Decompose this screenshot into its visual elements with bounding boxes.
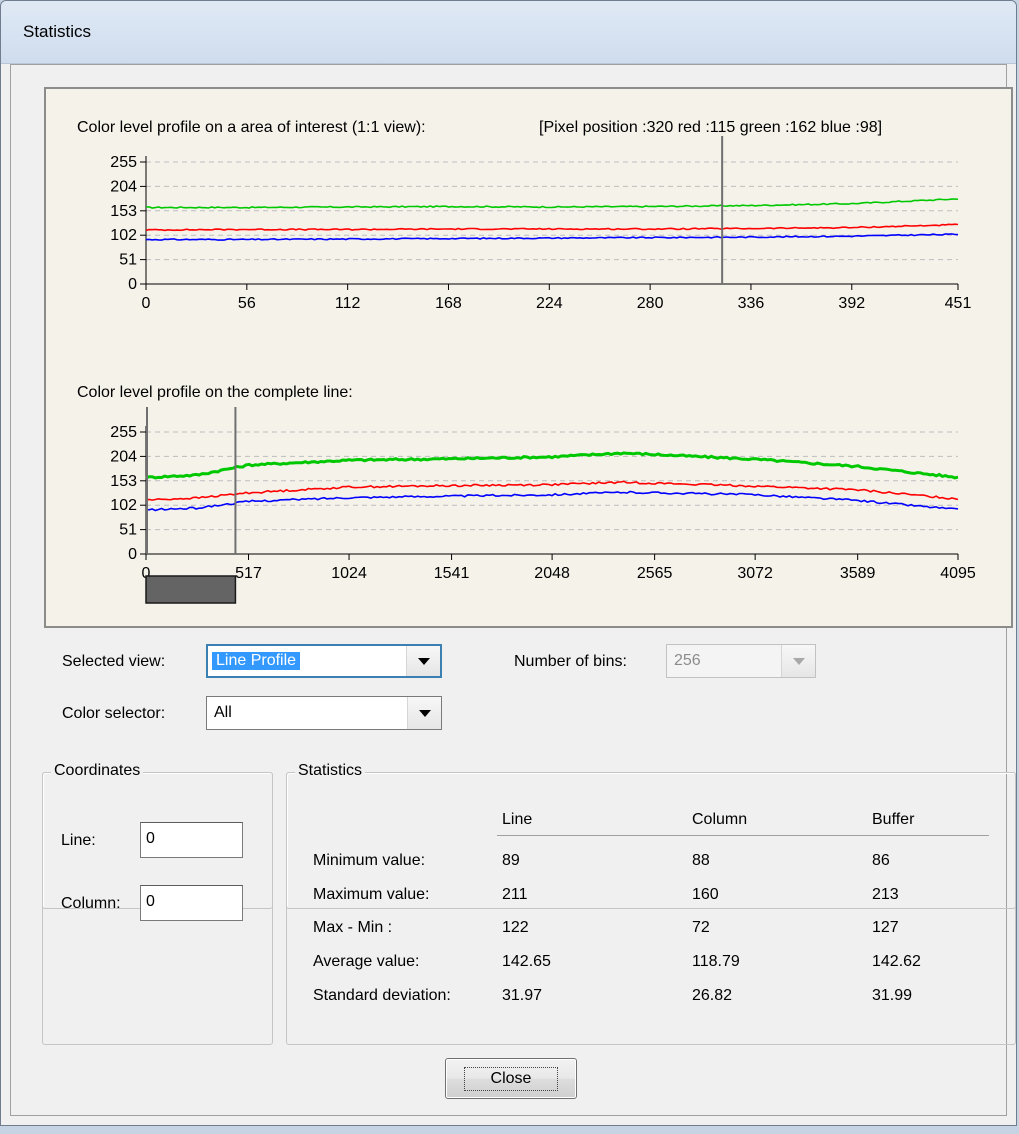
x-tick-label: 3589 [840, 565, 876, 582]
x-tick-label: 1541 [434, 565, 470, 582]
x-tick-label: 1024 [331, 565, 367, 582]
y-tick-label: 0 [128, 546, 137, 563]
window-title: Statistics [23, 22, 92, 41]
statistics-group-frame: Max - Min : 122 72 127 Average value: 14… [286, 772, 1016, 1045]
row-label-average: Average value: [313, 953, 420, 970]
max-min-line-value: 122 [502, 919, 529, 936]
x-tick-label: 280 [637, 295, 664, 312]
average-line-value: 142.65 [502, 953, 551, 970]
y-tick-label: 102 [110, 497, 137, 514]
chevron-down-icon[interactable] [406, 646, 440, 676]
series-line [145, 490, 959, 512]
x-tick-label: 0 [142, 295, 151, 312]
std-dev-line-value: 31.97 [502, 987, 543, 1004]
x-tick-label: 451 [945, 295, 972, 312]
close-button-label: Close [463, 1066, 559, 1091]
average-column-value: 118.79 [692, 953, 740, 970]
y-tick-label: 51 [119, 522, 137, 539]
x-tick-label: 2048 [534, 565, 570, 582]
x-tick-label: 4095 [940, 565, 976, 582]
y-tick-label: 204 [110, 448, 137, 465]
x-tick-label: 392 [838, 295, 865, 312]
color-selector-value: All [214, 704, 232, 721]
std-dev-column-value: 26.82 [692, 987, 733, 1004]
range-slider-thumb[interactable] [145, 575, 237, 604]
x-tick-label: 168 [435, 295, 462, 312]
x-tick-label: 224 [536, 295, 563, 312]
x-tick-label: 56 [238, 295, 256, 312]
row-label-std-dev: Standard deviation: [313, 987, 451, 1004]
close-button[interactable]: Close [445, 1058, 577, 1099]
x-tick-label: 3072 [737, 565, 773, 582]
number-of-bins-value: 256 [674, 652, 701, 669]
series-line [145, 198, 959, 209]
color-selector-label: Color selector: [62, 705, 166, 722]
max-min-buffer-value: 127 [872, 919, 899, 936]
selected-view-dropdown[interactable]: Line Profile [206, 644, 442, 678]
statistics-dialog: Statistics Color level profile on a area… [0, 0, 1017, 1126]
average-buffer-value: 142.62 [872, 953, 921, 970]
dialog-client-area: Color level profile on a area of interes… [10, 64, 1016, 1116]
y-tick-label: 102 [110, 227, 137, 244]
bottom-profile-chart[interactable]: 0511021532042550 517 1024 1541 2048 2565 3072 3… [110, 407, 976, 582]
series-line [145, 223, 959, 232]
x-tick-label: 336 [738, 295, 765, 312]
profile-charts: 0511021532042550 56 112 168 224 280 336 392 451 … [110, 136, 976, 604]
x-tick-label: 2565 [637, 565, 673, 582]
series-line [145, 480, 959, 501]
y-tick-label: 153 [110, 473, 137, 490]
y-tick-label: 255 [110, 154, 137, 171]
title-bar[interactable]: Statistics [1, 1, 1016, 64]
chart-panel: Color level profile on a area of interes… [44, 87, 1013, 628]
x-tick-label: 517 [235, 565, 262, 582]
coordinates-group-frame [42, 772, 273, 1045]
selected-view-label: Selected view: [62, 653, 166, 670]
y-tick-label: 204 [110, 178, 137, 195]
row-label-max-min: Max - Min : [313, 919, 393, 936]
y-tick-label: 255 [110, 424, 137, 441]
color-selector-dropdown[interactable]: All [206, 696, 442, 730]
number-of-bins-label: Number of bins: [514, 653, 627, 670]
chevron-down-icon[interactable] [407, 697, 441, 729]
x-tick-label: 112 [335, 295, 361, 312]
number-of-bins-dropdown[interactable]: 256 [666, 644, 816, 678]
selected-view-value: Line Profile [212, 652, 301, 670]
y-tick-label: 0 [128, 276, 137, 293]
y-tick-label: 51 [119, 252, 137, 269]
max-min-column-value: 72 [692, 919, 710, 936]
chevron-down-icon[interactable] [781, 645, 815, 677]
std-dev-buffer-value: 31.99 [872, 987, 913, 1004]
y-tick-label: 153 [110, 203, 137, 220]
top-profile-chart[interactable]: 0 51 102 153 204 255 0 56 112 168 224 280 336 392 451 [110, 136, 971, 312]
